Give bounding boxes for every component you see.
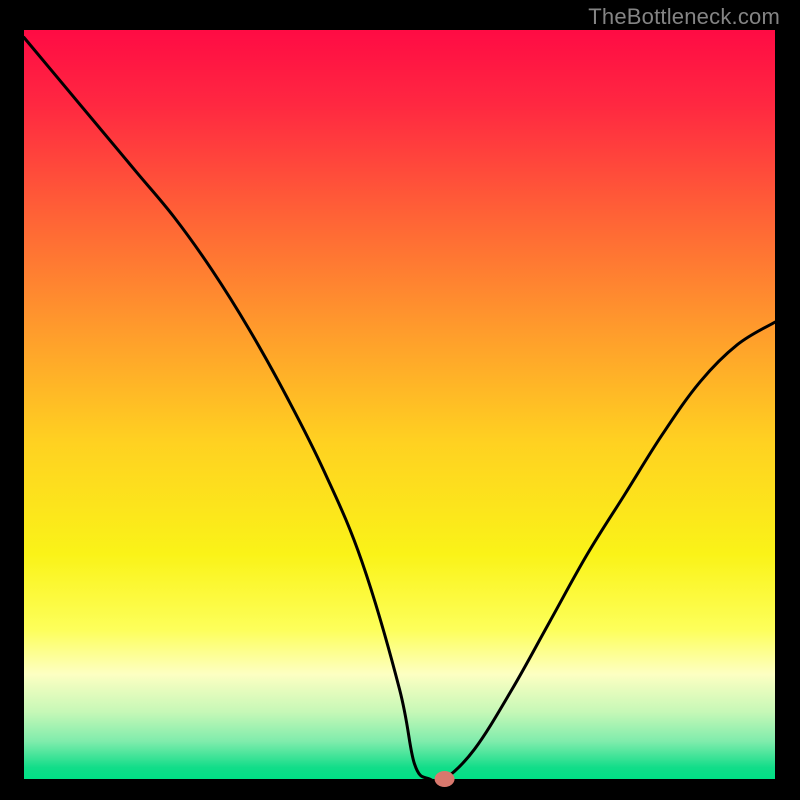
watermark-text: TheBottleneck.com (588, 4, 780, 30)
bottleneck-chart (0, 0, 800, 800)
optimal-marker (435, 771, 455, 787)
plot-background (24, 30, 775, 779)
chart-container: TheBottleneck.com (0, 0, 800, 800)
